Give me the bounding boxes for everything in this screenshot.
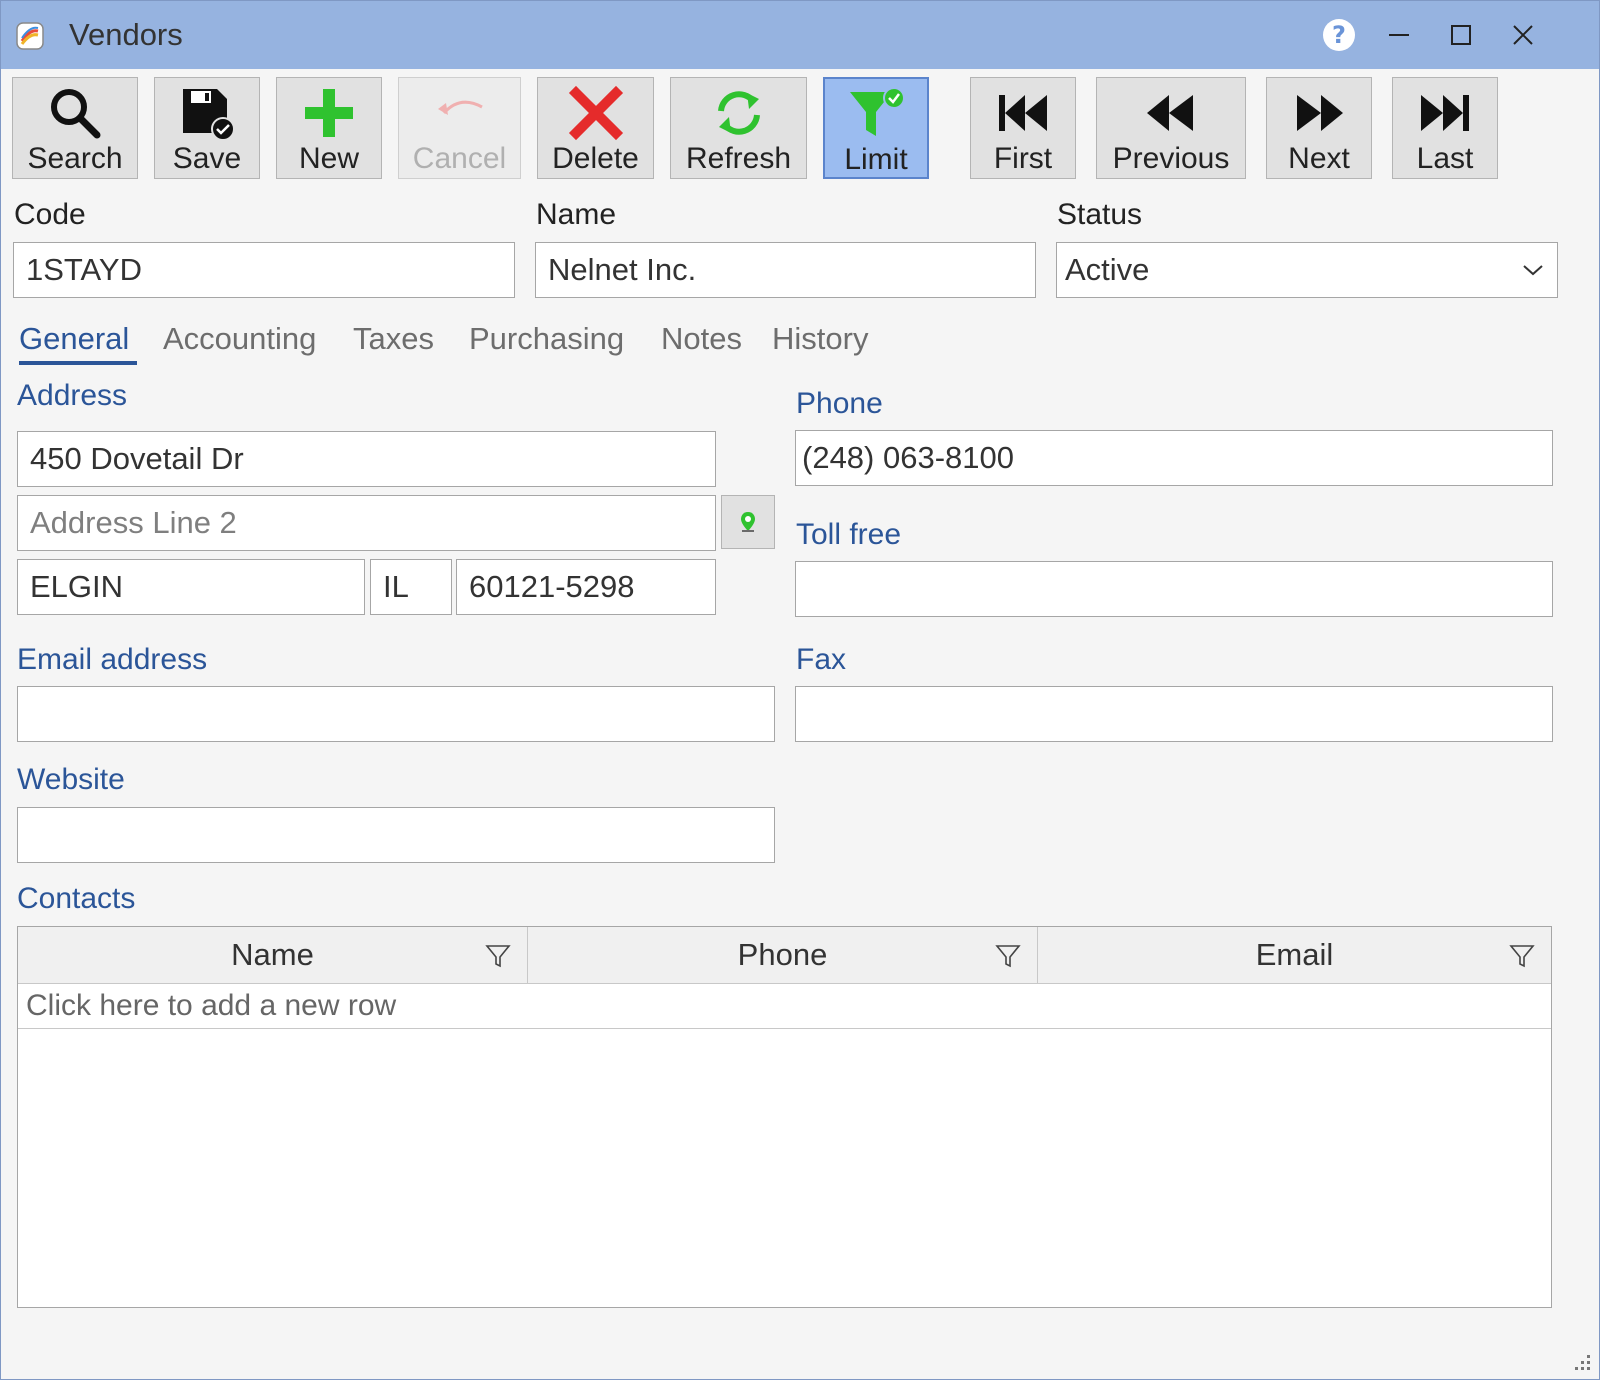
first-button[interactable]: First <box>970 77 1076 179</box>
maximize-icon <box>1451 25 1471 45</box>
name-label: Name <box>536 198 617 231</box>
toll-free-field[interactable] <box>795 561 1553 617</box>
add-new-row[interactable]: Click here to add a new row <box>18 983 1551 1029</box>
help-icon: ? <box>1323 19 1355 51</box>
next-record-icon <box>1297 95 1343 131</box>
email-field[interactable] <box>17 686 775 742</box>
column-header-phone-label: Phone <box>737 937 828 972</box>
app-icon <box>15 21 45 51</box>
title-bar: Vendors ? <box>1 1 1599 69</box>
contacts-grid-header: Name Phone Email <box>18 927 1551 984</box>
delete-x-icon <box>568 85 623 141</box>
fax-label: Fax <box>796 643 847 676</box>
last-button[interactable]: Last <box>1392 77 1498 179</box>
last-record-icon <box>1421 95 1469 131</box>
first-label: First <box>993 142 1053 175</box>
first-record-icon <box>999 95 1047 131</box>
refresh-icon <box>717 91 760 135</box>
column-header-email-label: Email <box>1255 937 1334 972</box>
column-filter-icon[interactable] <box>1509 943 1535 969</box>
next-button[interactable]: Next <box>1266 77 1372 179</box>
column-header-name[interactable]: Name <box>18 927 528 983</box>
save-icon <box>183 89 235 141</box>
next-label: Next <box>1288 142 1350 175</box>
vendors-window: Vendors ? Search Save New Cancel Delete … <box>0 0 1600 1380</box>
cancel-label: Cancel <box>412 142 507 175</box>
column-header-phone[interactable]: Phone <box>528 927 1038 983</box>
name-field[interactable]: Nelnet Inc. <box>535 242 1036 298</box>
status-dropdown[interactable]: Active <box>1056 242 1558 298</box>
column-filter-icon[interactable] <box>485 943 511 969</box>
plus-icon <box>305 89 353 137</box>
cancel-button[interactable]: Cancel <box>398 77 521 179</box>
limit-button[interactable]: Limit <box>823 77 929 179</box>
close-button[interactable] <box>1503 15 1543 55</box>
map-pin-icon <box>741 512 755 532</box>
contacts-label: Contacts <box>17 882 136 915</box>
website-label: Website <box>17 763 125 796</box>
map-location-button[interactable] <box>721 495 775 549</box>
address-line1-field[interactable]: 450 Dovetail Dr <box>17 431 716 487</box>
tab-history[interactable]: History <box>772 321 868 357</box>
delete-label: Delete <box>552 142 639 175</box>
refresh-button[interactable]: Refresh <box>670 77 807 179</box>
previous-record-icon <box>1147 95 1193 131</box>
save-button[interactable]: Save <box>154 77 260 179</box>
previous-button[interactable]: Previous <box>1096 77 1246 179</box>
save-label: Save <box>172 142 242 175</box>
tab-accounting[interactable]: Accounting <box>163 321 316 357</box>
contacts-grid: Name Phone Email Click here to add a new… <box>17 926 1552 1308</box>
column-header-email[interactable]: Email <box>1038 927 1551 983</box>
fax-field[interactable] <box>795 686 1553 742</box>
zip-field[interactable]: 60121-5298 <box>456 559 716 615</box>
help-button[interactable]: ? <box>1319 15 1359 55</box>
maximize-button[interactable] <box>1441 15 1481 55</box>
last-label: Last <box>1416 142 1474 175</box>
undo-icon <box>437 100 483 115</box>
close-icon <box>1513 25 1533 45</box>
address-line2-field[interactable]: Address Line 2 <box>17 495 716 551</box>
tab-notes[interactable]: Notes <box>661 321 742 357</box>
chevron-down-icon <box>1523 265 1543 276</box>
previous-label: Previous <box>1112 142 1230 175</box>
toll-free-label: Toll free <box>796 518 902 551</box>
phone-field[interactable]: (248) 063-8100 <box>795 430 1553 486</box>
code-label: Code <box>14 198 86 231</box>
active-tab-indicator <box>19 361 137 365</box>
email-label: Email address <box>17 643 208 676</box>
resize-grip-icon[interactable] <box>1571 1351 1593 1373</box>
address-label: Address <box>17 379 128 412</box>
website-field[interactable] <box>17 807 775 863</box>
search-label: Search <box>27 142 123 175</box>
state-field[interactable]: IL <box>370 559 452 615</box>
limit-label: Limit <box>844 143 908 176</box>
search-icon <box>51 89 101 139</box>
tab-purchasing[interactable]: Purchasing <box>469 321 624 357</box>
filter-icon <box>850 87 905 136</box>
refresh-label: Refresh <box>685 142 792 175</box>
delete-button[interactable]: Delete <box>537 77 654 179</box>
city-field[interactable]: ELGIN <box>17 559 365 615</box>
column-filter-icon[interactable] <box>995 943 1021 969</box>
phone-label: Phone <box>796 387 883 420</box>
tab-general[interactable]: General <box>19 321 129 357</box>
window-title: Vendors <box>69 17 183 52</box>
minimize-button[interactable] <box>1379 15 1419 55</box>
new-button[interactable]: New <box>276 77 382 179</box>
tab-taxes[interactable]: Taxes <box>353 321 434 357</box>
status-value: Active <box>1065 252 1150 287</box>
minimize-icon <box>1389 34 1409 36</box>
column-header-name-label: Name <box>231 937 314 972</box>
search-button[interactable]: Search <box>12 77 138 179</box>
code-field[interactable]: 1STAYD <box>13 242 515 298</box>
status-label: Status <box>1057 198 1143 231</box>
new-label: New <box>298 142 359 175</box>
